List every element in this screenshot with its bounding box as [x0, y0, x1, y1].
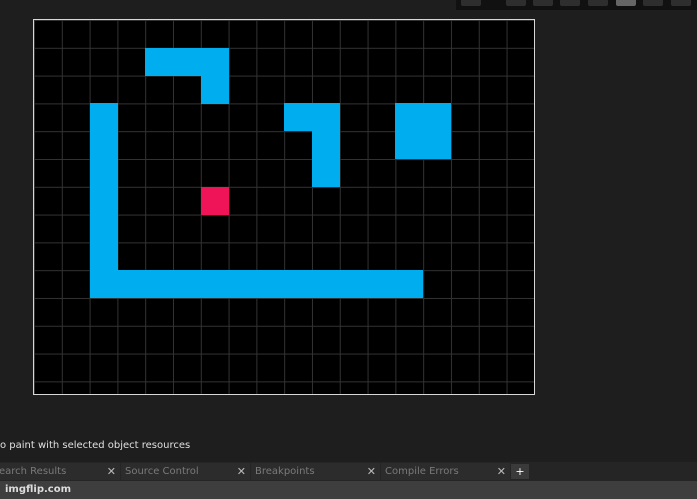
wall-tile [89, 270, 118, 299]
wall-tile [200, 47, 229, 76]
wall-tile [200, 270, 229, 299]
wall-tile [284, 270, 313, 299]
wall-tile [312, 159, 340, 187]
toolbar-button[interactable] [643, 0, 663, 6]
watermark: imgflip.com [0, 481, 697, 499]
player-tile [200, 186, 229, 215]
tab-compile-errors[interactable]: Compile Errors ✕ [381, 463, 510, 480]
toolbar-button[interactable] [616, 0, 636, 6]
tab-source-control[interactable]: Source Control ✕ [121, 463, 250, 480]
wall-tile [312, 270, 340, 299]
toolbar-button[interactable] [461, 0, 481, 6]
add-tab-button[interactable]: + [511, 464, 529, 479]
close-icon[interactable]: ✕ [107, 463, 116, 480]
status-text: o paint with selected object resources [0, 440, 191, 451]
wall-tile [312, 131, 340, 160]
wall-tile [395, 270, 424, 299]
wall-tile [312, 103, 340, 132]
room-editor-toolbar [456, 0, 697, 10]
tab-search-results[interactable]: earch Results ✕ [0, 463, 120, 480]
wall-tile [145, 47, 174, 76]
toolbar-button[interactable] [560, 0, 580, 6]
wall-tile [284, 103, 313, 132]
tab-breakpoints[interactable]: Breakpoints ✕ [251, 463, 380, 480]
wall-tile [256, 270, 285, 299]
wall-tile [173, 270, 201, 299]
tab-label: Breakpoints [255, 466, 315, 477]
wall-tile [200, 75, 229, 104]
wall-tile [89, 159, 118, 187]
toolbar-button[interactable] [506, 0, 526, 6]
wall-tile [89, 103, 118, 132]
close-icon[interactable]: ✕ [367, 463, 376, 480]
wall-tile [89, 131, 118, 160]
wall-tile [423, 103, 452, 132]
wall-tile [395, 103, 424, 132]
wall-tile [117, 270, 146, 299]
toolbar-button[interactable] [533, 0, 553, 6]
wall-tile [173, 47, 201, 76]
wall-tile [228, 270, 257, 299]
room-canvas[interactable] [33, 19, 535, 395]
bottom-tab-bar: earch Results ✕ Source Control ✕ Breakpoin… [0, 462, 697, 481]
wall-tile [145, 270, 174, 299]
wall-tile [395, 131, 424, 160]
tab-label: Compile Errors [385, 466, 459, 477]
wall-tile [89, 214, 118, 243]
fullscreen-button[interactable] [588, 0, 608, 6]
wall-tile [339, 270, 368, 299]
wall-tile [423, 131, 452, 160]
close-icon[interactable]: ✕ [497, 463, 506, 480]
toolbar-button[interactable] [671, 0, 691, 6]
wall-tile [89, 242, 118, 271]
close-icon[interactable]: ✕ [237, 463, 246, 480]
tab-label: Source Control [125, 466, 199, 477]
wall-tile [89, 186, 118, 215]
tab-label: earch Results [0, 466, 67, 477]
wall-tile [367, 270, 396, 299]
